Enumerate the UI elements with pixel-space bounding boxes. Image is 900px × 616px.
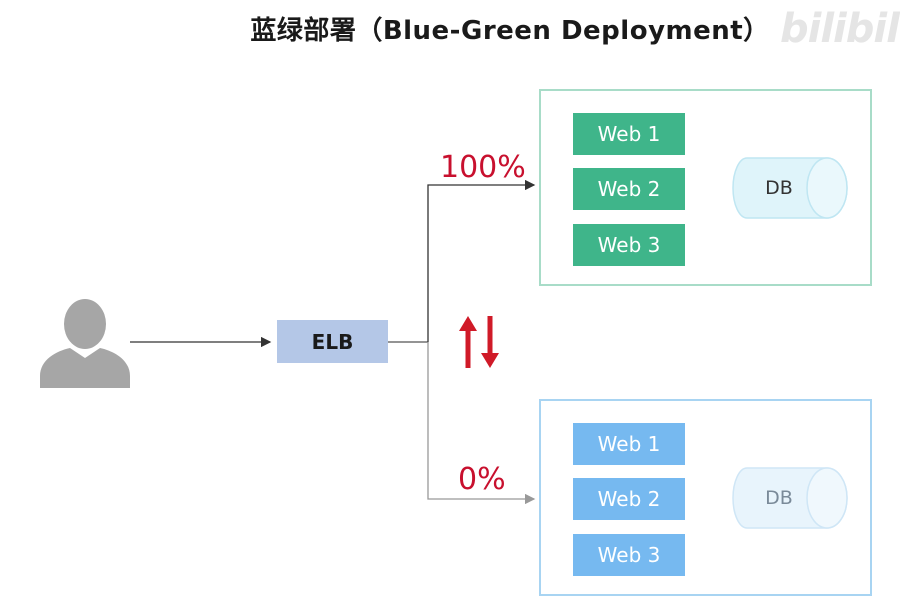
green-web-2: Web 2: [573, 168, 685, 210]
blue-web-1: Web 1: [573, 423, 685, 465]
blue-db: DB: [731, 466, 849, 530]
green-db: DB: [731, 156, 849, 220]
elb-box: ELB: [277, 320, 388, 363]
green-web-1: Web 1: [573, 113, 685, 155]
blue-db-label: DB: [765, 487, 793, 509]
green-traffic-percent: 100%: [440, 150, 526, 185]
swap-arrows-icon: [459, 316, 499, 368]
user-silhouette-icon: [40, 299, 130, 388]
blue-traffic-percent: 0%: [458, 462, 506, 497]
blue-web-3: Web 3: [573, 534, 685, 576]
blue-environment: Web 1 Web 2 Web 3 DB: [539, 399, 872, 596]
green-environment: Web 1 Web 2 Web 3 DB: [539, 89, 872, 286]
blue-web-2: Web 2: [573, 478, 685, 520]
green-db-label: DB: [765, 177, 793, 199]
green-web-3: Web 3: [573, 224, 685, 266]
